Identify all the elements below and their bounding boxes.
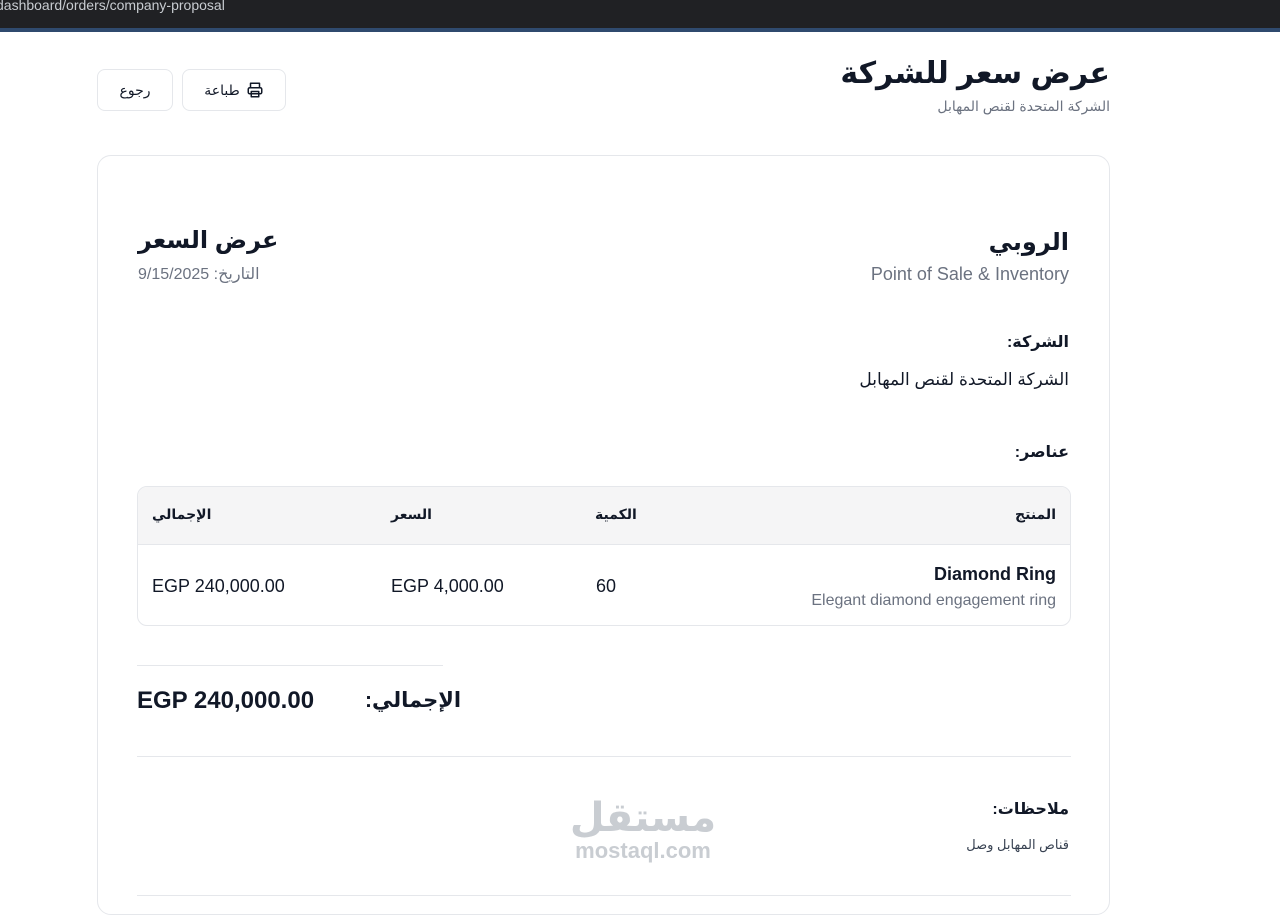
page-title: عرض سعر للشركة [840, 57, 1110, 90]
header-product: المنتج [1015, 506, 1056, 522]
page-header: عرض سعر للشركة الشركة المتحدة لقنص المها… [840, 56, 1110, 115]
company-label: الشركة: [1006, 334, 1069, 351]
items-label: عناصر: [1014, 444, 1069, 461]
printer-icon [247, 82, 263, 98]
summary-divider [137, 665, 443, 666]
items-table: المنتج الكمية السعر الإجمالي Diamond Rin… [137, 486, 1071, 626]
back-button[interactable]: رجوع [97, 69, 173, 111]
quote-date: التاريخ: 9/15/2025 [138, 264, 260, 284]
header-total: الإجمالي [152, 506, 212, 522]
quote-title: عرض السعر [138, 227, 279, 254]
header-quantity: الكمية [595, 506, 637, 522]
total-label: الإجمالي: [365, 689, 462, 712]
company-name: الشركة المتحدة لقنص المهابل [859, 370, 1069, 389]
section-divider-bottom [137, 895, 1071, 896]
url-text: dashboard/orders/company-proposal [0, 0, 225, 13]
section-divider [137, 756, 1071, 757]
total-value: EGP 240,000.00 [137, 687, 315, 714]
quote-card: الروبي Point of Sale & Inventory عرض الس… [97, 155, 1110, 915]
print-label: طباعة [204, 81, 240, 98]
browser-url-bar[interactable]: dashboard/orders/company-proposal [0, 0, 1280, 32]
brand-tagline: Point of Sale & Inventory [870, 264, 1069, 284]
table-header: المنتج الكمية السعر الإجمالي [138, 487, 1070, 545]
print-button[interactable]: طباعة [182, 69, 286, 111]
product-price: EGP 4,000.00 [391, 576, 504, 596]
date-value: 9/15/2025 [138, 266, 210, 283]
watermark-latin: mostaql.com [575, 838, 711, 863]
product-name: Diamond Ring [934, 564, 1056, 584]
back-label: رجوع [119, 81, 151, 98]
brand-name: الروبي [988, 229, 1069, 256]
product-total: EGP 240,000.00 [152, 576, 285, 596]
watermark-arabic: مستقل [569, 796, 717, 840]
product-quantity: 60 [596, 576, 617, 596]
notes-label: ملاحظات: [992, 801, 1069, 818]
date-label: التاريخ: [213, 266, 260, 283]
product-description: Elegant diamond engagement ring [811, 592, 1056, 609]
page-subtitle: الشركة المتحدة لقنص المهابل [937, 98, 1110, 114]
watermark: مستقل mostaql.com [563, 796, 723, 862]
header-price: السعر [391, 506, 432, 522]
notes-text: قناص المهابل وصل [966, 837, 1069, 852]
